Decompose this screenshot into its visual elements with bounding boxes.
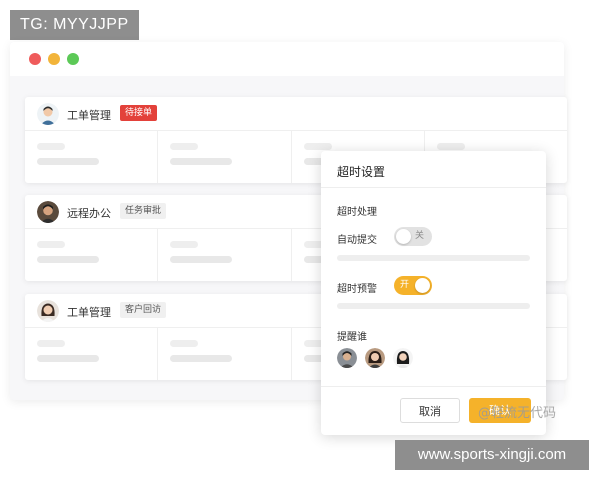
dialog-title: 超时设置: [337, 165, 386, 179]
card-header: 工单管理 待接单: [25, 97, 567, 131]
avatar: [37, 103, 59, 125]
card-field: [25, 131, 158, 183]
status-badge: 任务审批: [120, 203, 167, 219]
card-field: [158, 328, 292, 380]
toggle-state-text: 开: [400, 280, 410, 290]
card-field: [158, 229, 292, 281]
maximize-window-icon[interactable]: [67, 53, 79, 65]
card-title: 工单管理: [67, 109, 111, 122]
avatar[interactable]: [337, 348, 357, 368]
avatar[interactable]: [393, 348, 413, 368]
window-title-bar: [10, 42, 564, 76]
auto-submit-toggle[interactable]: 关: [394, 227, 432, 246]
timeout-settings-dialog: 超时设置 超时处理 自动提交 关 超时预警 开 提醒谁 取消 确认: [321, 151, 546, 435]
section-title: 超时处理: [337, 207, 377, 218]
url-label: www.sports-xingji.com: [395, 440, 589, 470]
auto-submit-label: 自动提交: [337, 235, 377, 246]
toggle-knob: [415, 278, 430, 293]
card-field: [25, 328, 158, 380]
remind-label: 提醒谁: [337, 332, 367, 343]
toggle-state-text: 关: [415, 231, 425, 241]
timeout-warning-toggle[interactable]: 开: [394, 276, 432, 295]
cancel-button[interactable]: 取消: [400, 398, 460, 423]
avatar: [37, 201, 59, 223]
placeholder-bar: [337, 303, 530, 309]
divider: [321, 386, 546, 387]
placeholder-bar: [337, 255, 530, 261]
avatar: [37, 300, 59, 322]
timeout-warning-label: 超时预警: [337, 284, 377, 295]
status-badge: 客户回访: [120, 302, 167, 318]
toggle-knob: [396, 229, 411, 244]
card-title: 工单管理: [67, 306, 111, 319]
close-window-icon[interactable]: [29, 53, 41, 65]
card-field: [158, 131, 292, 183]
divider: [321, 187, 546, 188]
screen: TG: MYYJJPP 工单管理 待接单 远程办公 任务审批 工单管理 客户回访…: [0, 0, 600, 480]
status-badge: 待接单: [120, 105, 158, 121]
watermark-text: @轻流无代码: [478, 406, 557, 421]
card-title: 远程办公: [67, 207, 111, 220]
tg-label: TG: MYYJJPP: [10, 10, 139, 40]
card-field: [25, 229, 158, 281]
minimize-window-icon[interactable]: [48, 53, 60, 65]
avatar[interactable]: [365, 348, 385, 368]
